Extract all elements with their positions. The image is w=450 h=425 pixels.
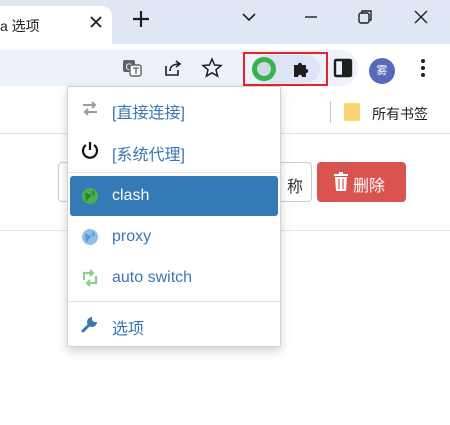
menu-item-direct[interactable]: [直接连接] xyxy=(70,88,278,128)
delete-label: 删除 xyxy=(353,178,386,195)
proxy-switch-popup: [直接连接] [系统代理] clash proxy auto switch 选项 xyxy=(67,86,281,347)
menu-divider xyxy=(68,172,280,173)
bookmark-star-icon[interactable] xyxy=(201,57,223,79)
menu-item-auto-switch[interactable]: auto switch xyxy=(70,258,278,298)
tab-title: a 选项 xyxy=(0,18,40,34)
retweet-icon xyxy=(82,269,98,287)
extension-highlight-box xyxy=(243,52,328,86)
menu-item-system[interactable]: [系统代理] xyxy=(70,130,278,170)
rename-label: 称 xyxy=(286,179,303,196)
menu-item-label: [直接连接] xyxy=(112,105,185,122)
menu-divider xyxy=(68,301,280,302)
toolbar: G 雾 xyxy=(0,44,450,92)
translate-icon[interactable]: G xyxy=(121,57,143,79)
menu-item-label: proxy xyxy=(112,228,152,245)
all-bookmarks-link[interactable]: 所有书签 xyxy=(372,104,428,124)
delete-button[interactable]: 删除 xyxy=(317,162,406,202)
window-close-icon[interactable] xyxy=(412,8,430,26)
new-tab-icon[interactable] xyxy=(130,8,152,30)
close-icon[interactable] xyxy=(88,14,104,30)
power-icon xyxy=(81,142,99,159)
bookmarks-separator xyxy=(330,101,331,123)
side-panel-icon[interactable] xyxy=(332,57,354,79)
menu-item-label: [系统代理] xyxy=(112,147,185,164)
minimize-icon[interactable] xyxy=(302,8,320,26)
restore-icon[interactable] xyxy=(356,8,374,26)
menu-item-label: 选项 xyxy=(112,321,145,338)
menu-item-label: auto switch xyxy=(112,269,193,286)
globe-icon xyxy=(82,229,98,245)
menu-item-clash[interactable]: clash xyxy=(70,176,278,216)
share-icon[interactable] xyxy=(162,57,184,79)
chevron-down-icon[interactable] xyxy=(240,8,258,26)
globe-icon xyxy=(82,188,98,204)
menu-item-options[interactable]: 选项 xyxy=(70,304,278,344)
arrows-swap-icon xyxy=(83,101,97,116)
menu-item-proxy[interactable]: proxy xyxy=(70,217,278,257)
folder-icon xyxy=(344,103,360,121)
tab-strip: a 选项 xyxy=(0,0,450,44)
profile-avatar[interactable]: 雾 xyxy=(369,58,395,84)
wrench-icon xyxy=(81,317,97,333)
active-tab[interactable]: a 选项 xyxy=(0,6,112,44)
menu-more-icon[interactable] xyxy=(412,57,434,79)
menu-item-label: clash xyxy=(112,187,150,204)
trash-icon xyxy=(334,172,348,191)
